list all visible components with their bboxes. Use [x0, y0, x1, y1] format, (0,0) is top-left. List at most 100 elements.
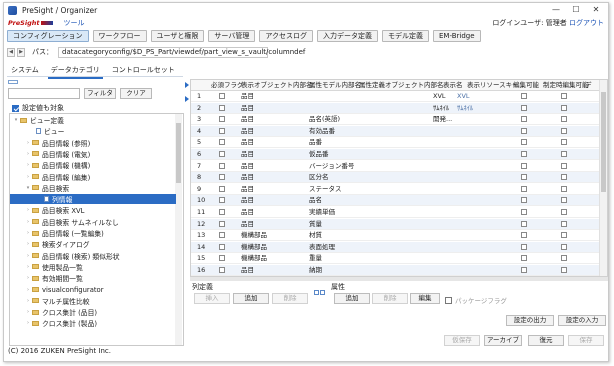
required-flag-checkbox[interactable]: [219, 230, 225, 240]
tab-users[interactable]: ユーザと権限: [150, 30, 205, 42]
tab-input-data[interactable]: 入力データ定義: [316, 30, 378, 42]
editable-checkbox[interactable]: [521, 126, 527, 136]
editable-checkbox[interactable]: [521, 253, 527, 263]
tree-item[interactable]: › 有効期間一覧: [10, 273, 176, 283]
chevron-right-icon[interactable]: ›: [24, 207, 32, 213]
chevron-right-icon[interactable]: ›: [24, 162, 32, 168]
table-row[interactable]: 15 機構部品 重量: [191, 253, 607, 265]
table-row[interactable]: 3 品目 品名(英語) 開発...: [191, 114, 607, 126]
tree-item[interactable]: › マルチ属性比較: [10, 296, 176, 306]
forward-icon[interactable]: ▶: [17, 47, 25, 57]
attribute-delete-button[interactable]: 削除: [372, 293, 408, 304]
insert-button[interactable]: 挿入: [194, 293, 230, 304]
column-header[interactable]: 属性モデル内部名: [309, 80, 361, 90]
column-header[interactable]: 編集可能: [513, 80, 539, 90]
tree-item[interactable]: › 品目情報 (編集): [10, 172, 176, 182]
required-flag-checkbox[interactable]: [219, 265, 225, 275]
release-editable-checkbox[interactable]: [561, 242, 567, 252]
column-header[interactable]: デ: [585, 80, 592, 90]
release-editable-checkbox[interactable]: [561, 114, 567, 124]
export-settings-button[interactable]: 設定の出力: [506, 315, 554, 326]
table-row[interactable]: 6 品目 仮品番: [191, 149, 607, 160]
table-row[interactable]: 13 機構部品 材質: [191, 230, 607, 242]
tab-server[interactable]: サーバ管理: [208, 30, 256, 42]
release-editable-checkbox[interactable]: [561, 103, 567, 113]
required-flag-checkbox[interactable]: [219, 242, 225, 252]
editable-checkbox[interactable]: [521, 207, 527, 217]
required-flag-checkbox[interactable]: [219, 172, 225, 182]
chevron-right-icon[interactable]: ›: [24, 298, 32, 304]
table-row[interactable]: 14 機構部品 表面処理: [191, 241, 607, 253]
temp-save-button[interactable]: 仮保存: [444, 335, 480, 346]
chevron-down-icon[interactable]: ▾: [24, 185, 32, 191]
release-editable-checkbox[interactable]: [561, 161, 567, 171]
chevron-right-icon[interactable]: ›: [24, 253, 32, 259]
column-header[interactable]: 属性定義オブジェクト内部名: [359, 80, 444, 90]
editable-checkbox[interactable]: [521, 114, 527, 124]
editable-checkbox[interactable]: [521, 242, 527, 252]
chevron-right-icon[interactable]: ›: [24, 241, 32, 247]
tree-item[interactable]: › visualconfigurator: [10, 285, 176, 295]
release-editable-checkbox[interactable]: [561, 253, 567, 263]
table-row[interactable]: 7 品目 バージョン番号: [191, 161, 607, 172]
editable-checkbox[interactable]: [521, 172, 527, 182]
table-row[interactable]: 2 品目 ｻﾑﾈｲﾙ ｻﾑﾈｲﾙ: [191, 102, 607, 114]
editable-checkbox[interactable]: [521, 137, 527, 147]
required-flag-checkbox[interactable]: [219, 149, 225, 159]
chevron-right-icon[interactable]: ›: [24, 151, 32, 157]
attribute-edit-button[interactable]: 編集: [410, 293, 440, 304]
grid-horizontal-scrollbar[interactable]: [190, 277, 608, 281]
release-editable-checkbox[interactable]: [561, 195, 567, 205]
tree-scrollbar[interactable]: [175, 114, 182, 345]
panel-splitter[interactable]: [185, 78, 189, 346]
column-delete-button[interactable]: 削除: [272, 293, 308, 304]
tree-item[interactable]: › 品目情報 (参照): [10, 138, 176, 148]
grid-scrollbar[interactable]: [599, 80, 607, 276]
tab-configuration[interactable]: コンフィグレーション: [7, 30, 89, 42]
archive-button[interactable]: アーカイブ: [484, 335, 522, 346]
tree-item[interactable]: › 品目検索 サムネイルなし: [10, 217, 176, 227]
clear-button[interactable]: クリア: [120, 88, 152, 99]
editable-checkbox[interactable]: [521, 103, 527, 113]
editable-checkbox[interactable]: [521, 91, 527, 101]
column-header[interactable]: 表示名: [443, 80, 463, 90]
column-add-button[interactable]: 追加: [233, 293, 269, 304]
editable-checkbox[interactable]: [521, 230, 527, 240]
restore-button[interactable]: 復元: [528, 335, 564, 346]
chevron-right-icon[interactable]: ›: [24, 287, 32, 293]
tree-item[interactable]: › 検索ダイアログ: [10, 239, 176, 249]
table-row[interactable]: 8 品目 区分名: [191, 172, 607, 184]
tree-scroll-thumb[interactable]: [176, 123, 181, 183]
tab-em-bridge[interactable]: EM-Bridge: [432, 30, 481, 42]
table-row[interactable]: 9 品目 ステータス: [191, 184, 607, 195]
required-flag-checkbox[interactable]: [219, 253, 225, 263]
column-header[interactable]: 表示オブジェクト内部名: [241, 80, 313, 90]
required-flag-checkbox[interactable]: [219, 184, 225, 194]
tree-item[interactable]: › 使用製品一覧: [10, 262, 176, 272]
release-editable-checkbox[interactable]: [561, 126, 567, 136]
tree-item[interactable]: ▾ 品目検索: [10, 183, 176, 193]
expand-right-icon-2[interactable]: [185, 96, 189, 102]
chevron-right-icon[interactable]: ›: [24, 264, 32, 270]
tree-item[interactable]: › 品目検索 XVL: [10, 205, 176, 215]
back-icon[interactable]: ◀: [7, 47, 15, 57]
editable-checkbox[interactable]: [521, 149, 527, 159]
tools-menu[interactable]: ツール: [63, 18, 84, 28]
package-flag-checkbox[interactable]: [445, 296, 452, 304]
editable-checkbox[interactable]: [521, 219, 527, 229]
required-flag-checkbox[interactable]: [219, 207, 225, 217]
tree-item[interactable]: › 品目情報 (検索) 類似形状: [10, 251, 176, 261]
required-flag-checkbox[interactable]: [219, 114, 225, 124]
editable-checkbox[interactable]: [521, 184, 527, 194]
tree-item[interactable]: ▾ ビュー定義: [10, 115, 176, 125]
table-row[interactable]: 12 品目 質量: [191, 218, 607, 230]
import-settings-button[interactable]: 設定の入力: [558, 315, 606, 326]
chevron-right-icon[interactable]: ›: [24, 320, 32, 326]
required-flag-checkbox[interactable]: [219, 219, 225, 229]
attribute-add-button[interactable]: 追加: [334, 293, 370, 304]
required-flag-checkbox[interactable]: [219, 103, 225, 113]
required-flag-checkbox[interactable]: [219, 126, 225, 136]
tab-access-log[interactable]: アクセスログ: [259, 30, 313, 42]
save-button[interactable]: 保存: [568, 335, 604, 346]
required-flag-checkbox[interactable]: [219, 195, 225, 205]
